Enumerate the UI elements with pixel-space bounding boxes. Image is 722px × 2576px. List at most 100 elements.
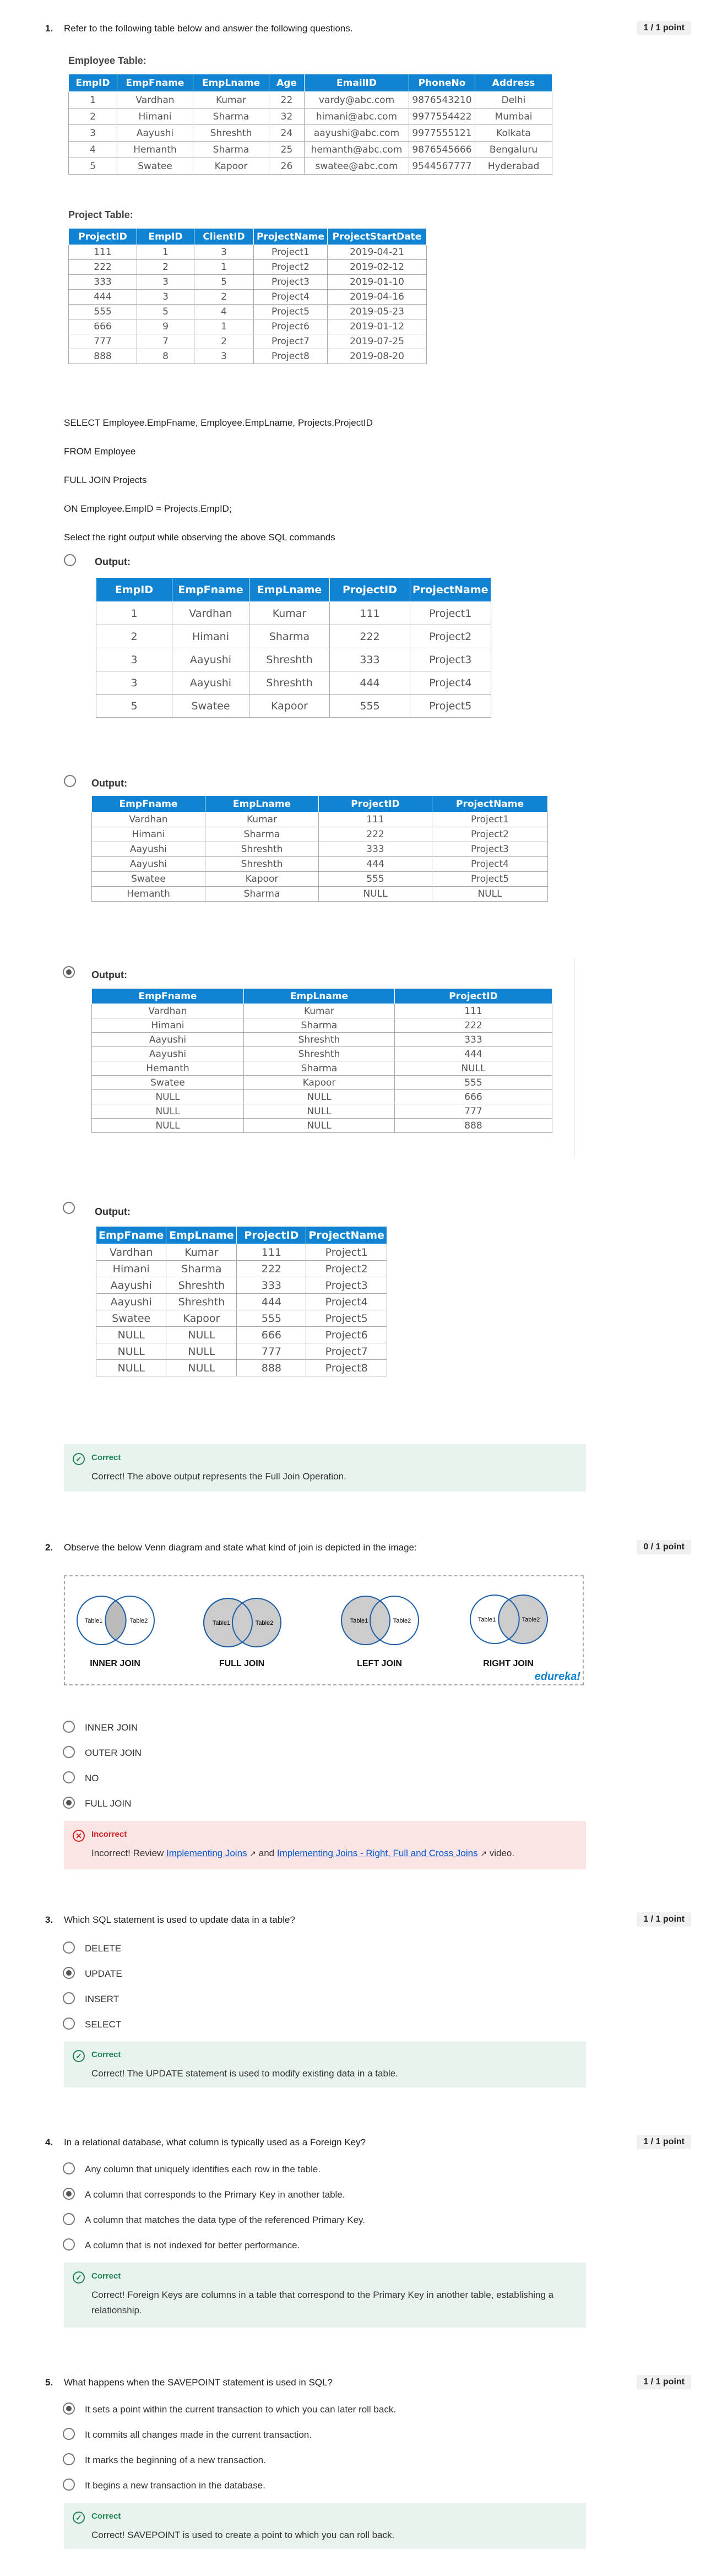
- option-c-table: EmpFname EmpLname ProjectID Vardhan Kumar 111…: [91, 988, 552, 1133]
- q5-option-4-text[interactable]: It begins a new transaction in the datab…: [85, 2480, 265, 2491]
- q3-option-3-radio[interactable]: [63, 1992, 75, 2004]
- table-cell: 2: [194, 334, 254, 349]
- table-cell: 777: [236, 1343, 307, 1360]
- check-icon: ✓: [73, 2512, 85, 2524]
- column-header: ProjectName: [306, 1226, 387, 1244]
- table-cell: Hemanth: [117, 141, 193, 158]
- table-row: 666 9 1 Project6 2019-01-12: [68, 319, 427, 334]
- table-row: 4 Hemanth Sharma 25 hemanth@abc.com 987654566…: [68, 141, 552, 158]
- table-cell: 666: [68, 319, 137, 334]
- table-cell: Swatee: [95, 1310, 167, 1327]
- q3-option-1-text[interactable]: DELETE: [85, 1943, 121, 1954]
- table-cell: Hemanth: [91, 886, 205, 902]
- q4-option-1-text[interactable]: Any column that uniquely identifies each…: [85, 2164, 321, 2175]
- column-header: EmpFname: [91, 795, 205, 812]
- table-row: 1 Vardhan Kumar 22 vardy@abc.com 9876543210 De…: [68, 91, 552, 109]
- feedback-status: Correct: [91, 2271, 121, 2281]
- column-header: EmpLname: [243, 988, 395, 1004]
- q2-option-4-radio[interactable]: [63, 1797, 75, 1809]
- q5-option-4-radio[interactable]: [63, 2479, 75, 2491]
- q2-option-2-text[interactable]: OUTER JOIN: [85, 1748, 142, 1759]
- table-cell: 2019-01-12: [327, 319, 427, 334]
- table-header-row: EmpFname EmpLname ProjectID ProjectName: [95, 1226, 387, 1244]
- table-cell: 111: [236, 1244, 307, 1261]
- q3-option-4-radio[interactable]: [63, 2018, 75, 2030]
- q3-option-3-text[interactable]: INSERT: [85, 1994, 119, 2005]
- table-cell: 32: [269, 108, 305, 125]
- option-c-radio[interactable]: [63, 966, 75, 978]
- table-cell: 333: [394, 1032, 552, 1047]
- q2-option-1-text[interactable]: INNER JOIN: [85, 1722, 138, 1733]
- table-row: Aayushi Shreshth 444 Project4: [95, 1293, 387, 1310]
- option-c-label: Output:: [91, 969, 127, 980]
- option-b-radio[interactable]: [64, 775, 76, 787]
- q2-option-4-text[interactable]: FULL JOIN: [85, 1798, 131, 1809]
- link-implementing-joins-right-full-cross[interactable]: Implementing Joins - Right, Full and Cro…: [277, 1848, 478, 1858]
- q5-option-3-radio[interactable]: [63, 2453, 75, 2465]
- option-b-table: EmpFname EmpLname ProjectID ProjectName Vard…: [91, 795, 548, 902]
- option-a-radio[interactable]: [64, 554, 76, 566]
- table-cell: 555: [394, 1075, 552, 1090]
- table-row: 1 Vardhan Kumar 111 Project1: [96, 601, 491, 625]
- table-cell: 3: [194, 349, 254, 364]
- q3-option-2-radio[interactable]: [63, 1967, 75, 1979]
- table-cell: Project5: [306, 1310, 387, 1327]
- table-cell: Project4: [410, 671, 491, 695]
- q4-option-1-radio[interactable]: [63, 2162, 75, 2174]
- q4-option-4-radio[interactable]: [63, 2238, 75, 2250]
- q5-option-1-text[interactable]: It sets a point within the current trans…: [85, 2404, 396, 2415]
- q4-option-2-radio[interactable]: [63, 2188, 75, 2200]
- q5-option-2-radio[interactable]: [63, 2428, 75, 2440]
- sql-line-3: FULL JOIN Projects: [64, 475, 147, 485]
- q3-option-2-text[interactable]: UPDATE: [85, 1968, 122, 1980]
- q5-option-2-text[interactable]: It commits all changes made in the curre…: [85, 2429, 312, 2441]
- table-row: Aayushi Shreshth 333 Project3: [91, 842, 548, 857]
- table-cell: 2019-08-20: [327, 349, 427, 364]
- table-cell: NULL: [91, 1118, 244, 1133]
- venn-table1-label: Table1: [213, 1620, 230, 1626]
- table-cell: Swatee: [117, 158, 193, 175]
- table-cell: Himani: [91, 827, 205, 842]
- table-cell: Shreshth: [166, 1277, 237, 1294]
- table-cell: 777: [394, 1104, 552, 1119]
- table-cell: 666: [394, 1089, 552, 1104]
- table-cell: 5: [96, 694, 172, 718]
- feedback-message: Correct! The UPDATE statement is used to…: [91, 2068, 398, 2079]
- table-cell: 7: [137, 334, 194, 349]
- q4-option-2-text[interactable]: A column that corresponds to the Primary…: [85, 2189, 345, 2200]
- column-header: EmpFname: [91, 988, 244, 1004]
- q3-option-4-text[interactable]: SELECT: [85, 2019, 121, 2030]
- q5-option-3-text[interactable]: It marks the beginning of a new transact…: [85, 2455, 266, 2466]
- table-cell: 888: [394, 1118, 552, 1133]
- table-cell: Project2: [410, 625, 491, 648]
- table-cell: NULL: [318, 886, 432, 902]
- q2-option-3-radio[interactable]: [63, 1771, 75, 1783]
- table-cell: Project6: [306, 1326, 387, 1343]
- feedback-message: Correct! The above output represents the…: [91, 1471, 346, 1482]
- q3-option-1-radio[interactable]: [63, 1942, 75, 1954]
- table-cell: Swatee: [91, 1075, 244, 1090]
- table-cell: 5: [68, 158, 117, 175]
- q2-option-2-radio[interactable]: [63, 1746, 75, 1758]
- question-number: 5.: [45, 2377, 53, 2388]
- table-cell: Project3: [410, 648, 491, 671]
- table-cell: 555: [318, 871, 432, 887]
- q4-option-3-text[interactable]: A column that matches the data type of t…: [85, 2215, 365, 2226]
- option-a-table: EmpID EmpFname EmpLname ProjectID ProjectNam…: [96, 577, 491, 718]
- q2-option-1-radio[interactable]: [63, 1721, 75, 1733]
- q4-option-4-text[interactable]: A column that is not indexed for better …: [85, 2240, 300, 2251]
- table-cell: Shreshth: [193, 124, 269, 142]
- points-badge: 1 / 1 point: [637, 2375, 691, 2389]
- option-d-radio[interactable]: [63, 1202, 75, 1214]
- table-cell: 3: [68, 124, 117, 142]
- q2-option-3-text[interactable]: NO: [85, 1773, 99, 1784]
- check-icon: ✓: [73, 1453, 85, 1465]
- table-row: 3 Aayushi Shreshth 333 Project3: [96, 648, 491, 671]
- link-implementing-joins[interactable]: Implementing Joins: [166, 1848, 247, 1858]
- q4-option-3-radio[interactable]: [63, 2213, 75, 2225]
- table-header-row: ProjectID EmpID ClientID ProjectName Project…: [68, 228, 427, 245]
- table-cell: Vardhan: [91, 812, 205, 827]
- q5-option-1-radio[interactable]: [63, 2403, 75, 2415]
- venn-label-full: FULL JOIN: [219, 1659, 265, 1668]
- table-cell: Vardhan: [91, 1004, 244, 1018]
